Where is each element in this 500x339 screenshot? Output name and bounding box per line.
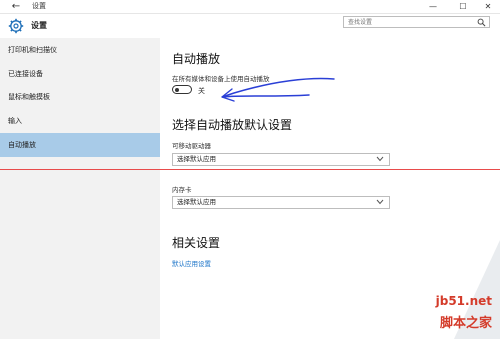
- search-icon[interactable]: [477, 18, 486, 27]
- window-title: 设置: [32, 2, 46, 10]
- page-title: 自动播放: [172, 52, 221, 66]
- default-apps-settings-link[interactable]: 默认应用设置: [172, 258, 211, 268]
- maximize-button[interactable]: ☐: [450, 0, 476, 13]
- annotation-red-line: [0, 169, 500, 170]
- removable-drive-value: 选择默认应用: [177, 155, 216, 163]
- related-settings-title: 相关设置: [172, 236, 221, 250]
- sidebar: 打印机和扫描仪 已连接设备 鼠标和触摸板 输入 自动播放: [0, 38, 160, 339]
- chevron-down-icon: [376, 156, 384, 162]
- chevron-down-icon: [376, 199, 384, 205]
- memory-card-label: 内存卡: [172, 186, 192, 194]
- removable-drive-dropdown[interactable]: 选择默认应用: [172, 153, 390, 166]
- memory-card-dropdown[interactable]: 选择默认应用: [172, 196, 390, 209]
- sidebar-item-input[interactable]: 输入: [0, 109, 160, 133]
- autoplay-toggle[interactable]: [172, 85, 192, 94]
- sidebar-item-printers[interactable]: 打印机和扫描仪: [0, 38, 160, 62]
- toggle-knob: [175, 87, 179, 92]
- search-input[interactable]: [348, 17, 468, 27]
- watermark-site: jb51.net: [435, 294, 492, 308]
- watermark: jb51.net 脚本之家: [400, 294, 496, 336]
- memory-card-value: 选择默认应用: [177, 198, 216, 206]
- annotation-arrow-scribble: [221, 77, 335, 102]
- title-bar: ← 设置 — ☐ ✕: [0, 0, 500, 14]
- sidebar-item-mouse-touchpad[interactable]: 鼠标和触摸板: [0, 85, 160, 109]
- toggle-state-text: 关: [198, 87, 205, 95]
- sidebar-item-autoplay[interactable]: 自动播放: [0, 133, 160, 157]
- back-arrow-icon[interactable]: ←: [9, 0, 23, 13]
- watermark-name: 脚本之家: [439, 316, 492, 331]
- gear-icon: [8, 18, 24, 34]
- close-button[interactable]: ✕: [475, 0, 500, 13]
- sidebar-item-connected-devices[interactable]: 已连接设备: [0, 62, 160, 86]
- minimize-button[interactable]: —: [420, 0, 446, 13]
- section-title-defaults: 选择自动播放默认设置: [172, 118, 293, 132]
- removable-drive-label: 可移动驱动器: [172, 142, 211, 150]
- search-box[interactable]: [343, 16, 490, 28]
- app-title: 设置: [31, 21, 47, 30]
